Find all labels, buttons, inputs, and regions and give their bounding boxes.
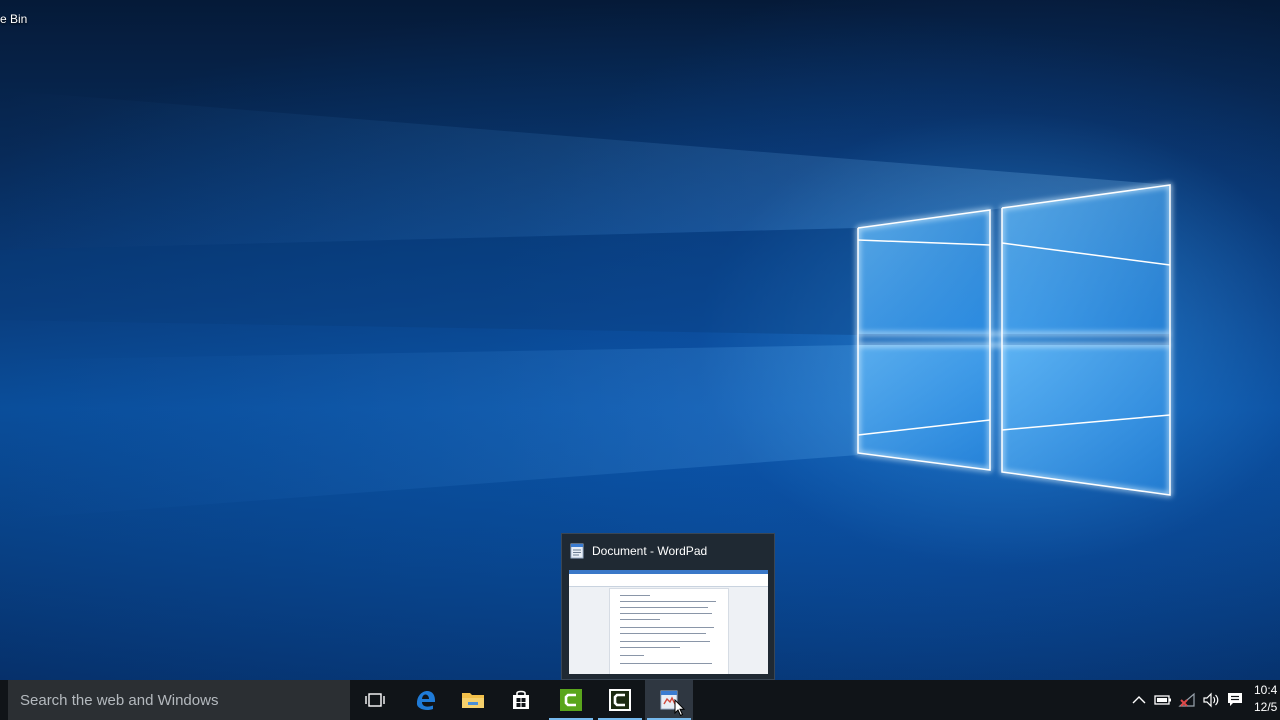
camtasia-studio-button[interactable] [596, 680, 644, 720]
camtasia-icon [609, 689, 631, 711]
search-input[interactable] [8, 680, 350, 720]
file-explorer-button[interactable] [449, 680, 497, 720]
battery-icon [1154, 695, 1171, 705]
preview-title-row[interactable]: Document - WordPad [570, 542, 707, 560]
preview-thumbnail[interactable] [569, 570, 768, 674]
edge-button[interactable] [401, 680, 449, 720]
taskbar: 10:4 12/5 [0, 680, 1280, 720]
network-icon [1178, 692, 1195, 707]
action-center-icon [1228, 693, 1242, 706]
recycle-bin-label[interactable]: e Bin [0, 12, 27, 26]
volume-button[interactable] [1200, 680, 1222, 720]
desktop: e Bin Document - WordPad [0, 0, 1280, 680]
camtasia-icon [560, 689, 582, 711]
store-icon [513, 690, 529, 709]
search-box[interactable] [8, 680, 350, 720]
folder-icon [462, 693, 484, 708]
edge-icon [416, 691, 435, 711]
wordpad-icon [570, 543, 584, 559]
chevron-up-icon [1132, 696, 1146, 704]
show-hidden-icons-button[interactable] [1128, 680, 1150, 720]
thumbnail-page [609, 588, 729, 674]
taskbar-thumbnail-preview[interactable]: Document - WordPad [561, 533, 775, 680]
task-view-icon [365, 693, 385, 707]
clock[interactable]: 10:4 12/5 [1254, 682, 1280, 716]
clock-time: 10:4 [1254, 683, 1278, 697]
wordpad-taskbar-button[interactable] [645, 680, 693, 720]
store-button[interactable] [497, 680, 545, 720]
preview-window-title: Document - WordPad [592, 544, 708, 558]
network-button[interactable] [1176, 680, 1198, 720]
action-center-button[interactable] [1224, 680, 1246, 720]
battery-button[interactable] [1152, 680, 1174, 720]
mouse-cursor-icon [674, 699, 686, 717]
thumbnail-ribbon [569, 570, 768, 587]
clock-date: 12/5 [1254, 700, 1278, 714]
camtasia-recorder-button[interactable] [547, 680, 595, 720]
task-view-button[interactable] [351, 680, 399, 720]
volume-icon [1203, 692, 1219, 708]
